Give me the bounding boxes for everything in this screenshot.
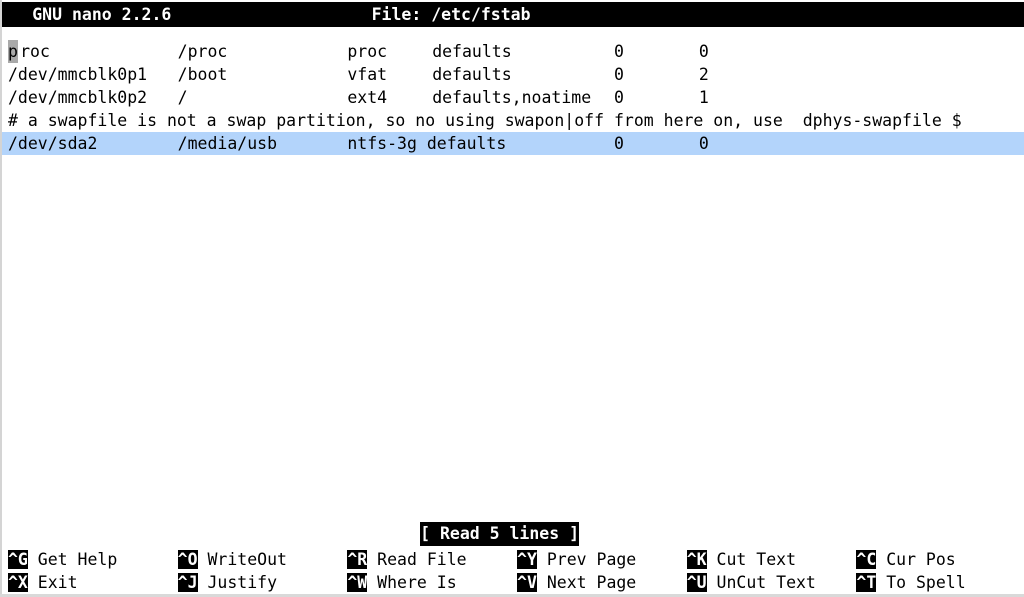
shortcut-item[interactable]: ^K Cut Text bbox=[686, 548, 796, 571]
line-segment: /dev/mmcblk0p2 bbox=[8, 88, 148, 107]
line-segment: # a swapfile is not a swap partition, so… bbox=[8, 111, 962, 130]
line-segment: roc bbox=[20, 42, 50, 61]
text-cursor: p bbox=[8, 40, 18, 63]
shortcut-label: Get Help bbox=[27, 550, 118, 569]
shortcut-label: Cut Text bbox=[706, 550, 796, 569]
shortcut-help-bar: ^G Get Help ^O WriteOut ^R Read File ^Y Pre… bbox=[2, 548, 1024, 594]
shortcut-item[interactable]: ^G Get Help bbox=[8, 548, 117, 571]
line-segment: / bbox=[177, 88, 188, 107]
shortcut-label: To Spell bbox=[876, 573, 966, 592]
editor-line[interactable]: # a swapfile is not a swap partition, so… bbox=[2, 109, 1024, 132]
shortcut-row-2: ^X Exit ^J Justify ^W Where Is ^V Next Page… bbox=[2, 571, 1024, 594]
line-segment: 2 bbox=[698, 65, 709, 84]
line-segment: defaults bbox=[432, 65, 512, 84]
shortcut-label: Prev Page bbox=[536, 550, 637, 569]
shortcut-key: ^O bbox=[177, 550, 198, 569]
shortcut-key: ^C bbox=[856, 550, 877, 569]
line-segment: /proc bbox=[177, 42, 228, 61]
shortcut-label: Next Page bbox=[536, 573, 637, 592]
shortcut-key: ^W bbox=[347, 573, 368, 592]
shortcut-item[interactable]: ^T To Spell bbox=[856, 571, 966, 594]
status-bar: [ Read 5 lines ] bbox=[2, 522, 1024, 546]
shortcut-key: ^X bbox=[8, 573, 28, 592]
line-segment: /media/usb bbox=[177, 134, 278, 153]
shortcut-key: ^K bbox=[686, 550, 707, 569]
shortcut-item[interactable]: ^C Cur Pos bbox=[856, 548, 956, 571]
shortcut-item[interactable]: ^W Where Is bbox=[347, 571, 457, 594]
status-message: [ Read 5 lines ] bbox=[420, 522, 580, 546]
shortcut-row-1: ^G Get Help ^O WriteOut ^R Read File ^Y Pre… bbox=[2, 548, 1024, 571]
line-segment: vfat bbox=[347, 65, 388, 84]
shortcut-label: Exit bbox=[27, 573, 78, 592]
shortcut-label: Justify bbox=[197, 573, 278, 592]
shortcut-key: ^V bbox=[517, 573, 537, 592]
file-path-label: File: /etc/fstab bbox=[371, 5, 531, 24]
shortcut-label: Read File bbox=[367, 550, 467, 569]
shortcut-item[interactable]: ^V Next Page bbox=[517, 571, 636, 594]
shortcut-key: ^R bbox=[347, 550, 368, 569]
line-segment: 0 bbox=[698, 42, 709, 61]
editor-line-selected[interactable]: /dev/sda2/media/usb ntfs-3g defaults 0 0 bbox=[2, 132, 1024, 155]
line-segment: /boot bbox=[177, 65, 228, 84]
line-segment: 0 bbox=[614, 42, 624, 61]
editor-line[interactable]: p roc/proc proc defaults 0 0 bbox=[2, 40, 1024, 63]
shortcut-item[interactable]: ^R Read File bbox=[347, 548, 467, 571]
shortcut-label: WriteOut bbox=[197, 550, 287, 569]
editor-line[interactable]: /dev/mmcblk0p1/boot vfat defaults 0 2 bbox=[2, 63, 1024, 86]
line-segment: ext4 bbox=[347, 88, 388, 107]
line-segment: /dev/mmcblk0p1 bbox=[8, 65, 148, 84]
nano-terminal-window: GNU nano 2.2.6 File: /etc/fstab p roc/proc… bbox=[0, 0, 1024, 597]
shortcut-key: ^J bbox=[177, 573, 198, 592]
shortcut-item[interactable]: ^J Justify bbox=[177, 571, 278, 594]
editor-text-area[interactable]: p roc/proc proc defaults 0 0/dev/mmcblk0p1/bo… bbox=[2, 40, 1024, 520]
line-segment: defaults bbox=[432, 42, 512, 61]
line-segment: 0 bbox=[614, 88, 624, 107]
shortcut-key: ^Y bbox=[517, 550, 537, 569]
shortcut-item[interactable]: ^Y Prev Page bbox=[517, 548, 636, 571]
line-segment: defaults,noatime bbox=[432, 88, 592, 107]
editor-line[interactable]: /dev/mmcblk0p2 / ext4 defaults,noatime 0 1 bbox=[2, 86, 1024, 109]
line-segment: proc bbox=[347, 42, 388, 61]
line-segment: /dev/sda2 bbox=[8, 134, 98, 153]
shortcut-label: UnCut Text bbox=[706, 573, 816, 592]
line-segment: 0 bbox=[614, 65, 624, 84]
shortcut-key: ^T bbox=[856, 573, 877, 592]
line-segment: 0 bbox=[614, 134, 624, 153]
line-segment: 0 bbox=[698, 134, 709, 153]
shortcut-item[interactable]: ^U UnCut Text bbox=[686, 571, 816, 594]
line-segment: 1 bbox=[698, 88, 709, 107]
shortcut-label: Cur Pos bbox=[876, 550, 956, 569]
shortcut-label: Where Is bbox=[367, 573, 457, 592]
shortcut-key: ^G bbox=[8, 550, 28, 569]
shortcut-key: ^U bbox=[686, 573, 707, 592]
nano-title-bar: GNU nano 2.2.6 File: /etc/fstab bbox=[2, 2, 1024, 27]
shortcut-item[interactable]: ^O WriteOut bbox=[177, 548, 287, 571]
shortcut-item[interactable]: ^X Exit bbox=[8, 571, 78, 594]
line-segment: ntfs-3g defaults bbox=[347, 134, 507, 153]
app-title: GNU nano 2.2.6 bbox=[32, 5, 172, 24]
